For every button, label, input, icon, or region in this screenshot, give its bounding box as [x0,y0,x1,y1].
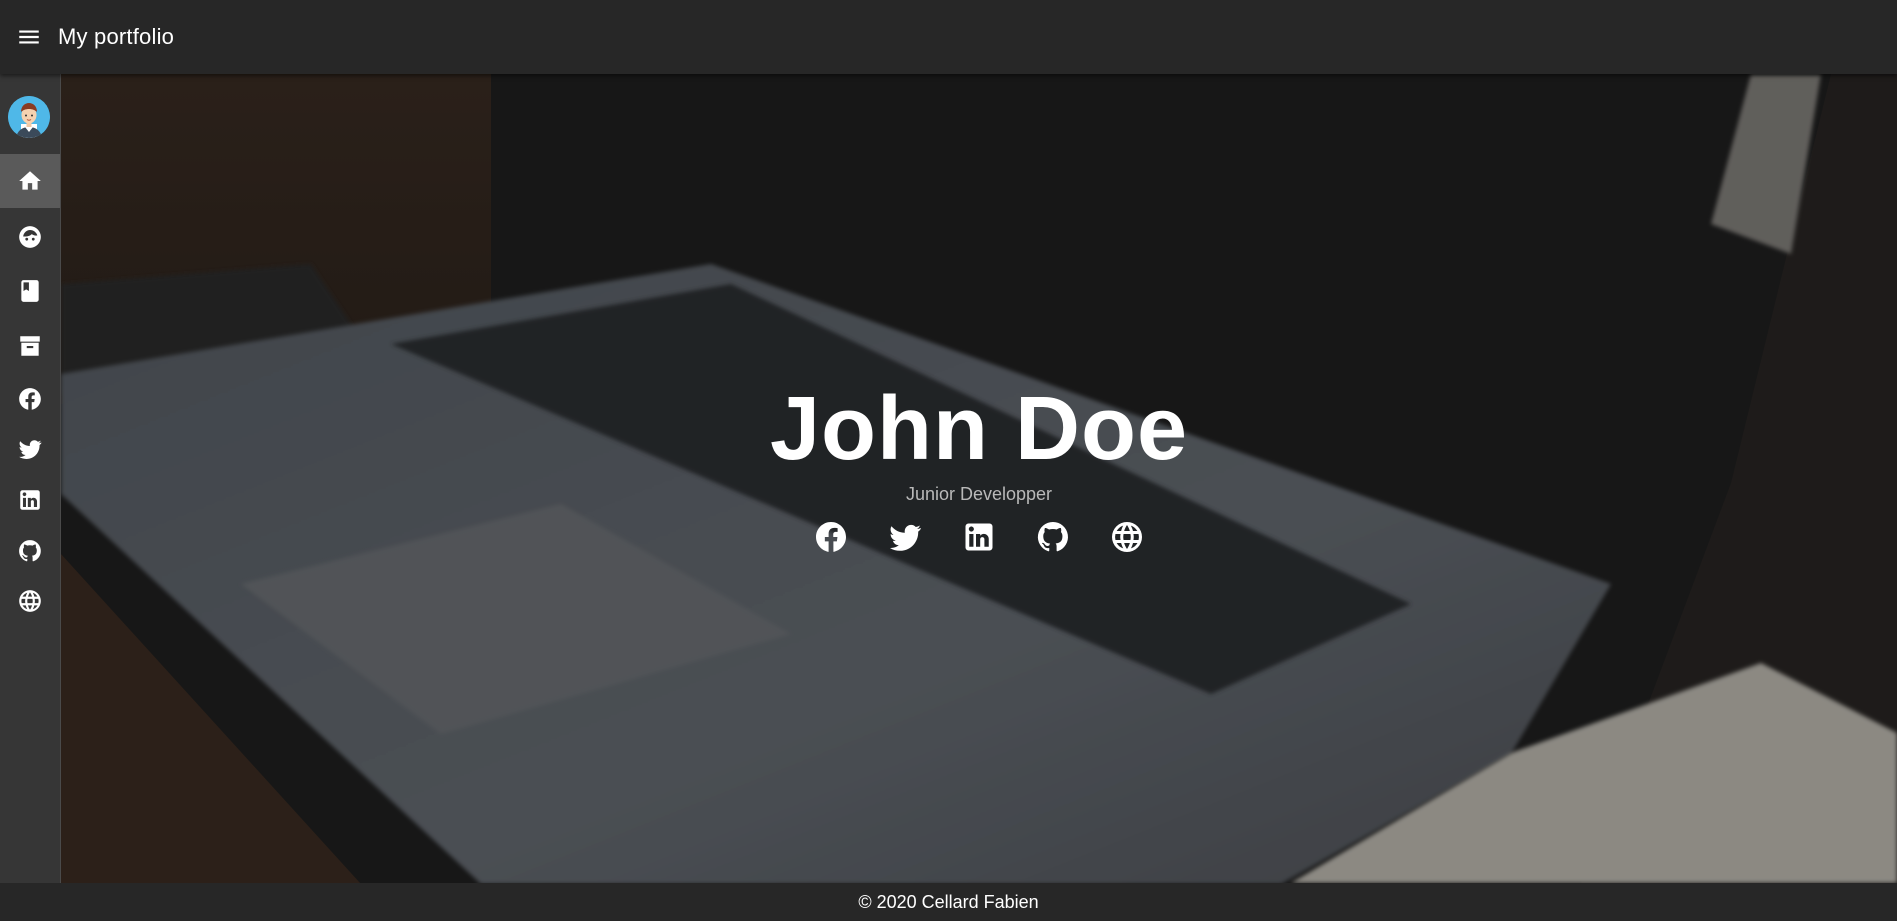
rail-item-twitter[interactable] [0,422,60,476]
hero-facebook-link[interactable] [813,519,849,555]
hero-section: John Doe Junior Developper [61,74,1897,883]
rail-item-home[interactable] [0,154,60,208]
hero-linkedin-link[interactable] [961,519,997,555]
book-icon [17,278,43,304]
twitter-icon [17,436,43,462]
rail-item-github[interactable] [0,524,60,578]
web-icon [17,588,43,614]
footer-copyright: © 2020 Cellard Fabien [858,891,1039,912]
rail-item-archive[interactable] [0,319,60,373]
hero-social-links [813,519,1145,555]
rail-item-linkedin[interactable] [0,473,60,527]
hero-github-link[interactable] [1035,519,1071,555]
rail-item-facebook[interactable] [0,372,60,426]
twitter-icon [887,519,923,555]
face-icon [17,224,43,250]
rail-item-about[interactable] [0,210,60,264]
hero-name: John Doe [769,379,1188,479]
linkedin-icon [961,519,997,555]
side-navigation-rail [0,74,61,883]
web-icon [1109,519,1145,555]
avatar-icon[interactable] [8,96,50,138]
hero-twitter-link[interactable] [887,519,923,555]
facebook-icon [813,519,849,555]
hero-web-link[interactable] [1109,519,1145,555]
github-icon [17,538,43,564]
github-icon [1035,519,1071,555]
hero-content: John Doe Junior Developper [61,74,1897,883]
facebook-icon [17,386,43,412]
rail-item-book[interactable] [0,264,60,318]
hero-subtitle: Junior Developper [905,484,1053,504]
app-title: My portfolio [58,24,175,49]
menu-icon [19,30,39,44]
linkedin-icon [17,487,43,513]
footer: © 2020 Cellard Fabien [0,883,1897,921]
menu-button[interactable] [0,0,58,74]
app-bar: My portfolio [0,0,1897,74]
home-icon [17,168,43,194]
rail-item-web[interactable] [0,574,60,628]
archive-icon [17,333,43,359]
